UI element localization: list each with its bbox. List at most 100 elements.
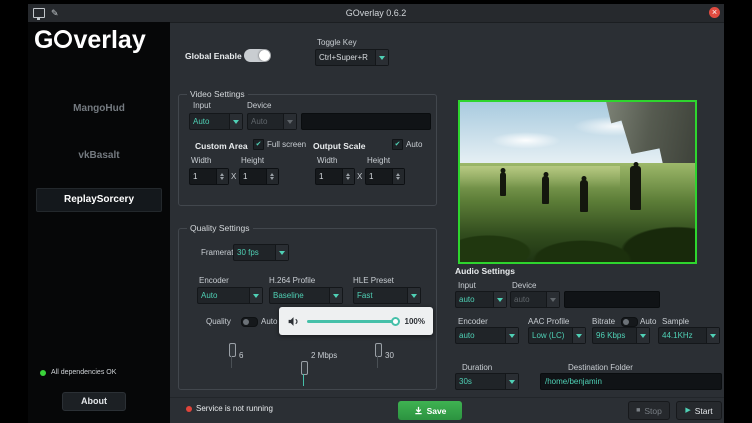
chevron-down-icon[interactable] <box>572 328 585 343</box>
titlebar[interactable]: ✎ GOverlay 0.6.2 × <box>28 4 724 23</box>
dependencies-status-row: All dependencies OK <box>40 369 116 376</box>
chevron-down-icon[interactable] <box>275 245 288 260</box>
global-enable-label: Global Enable <box>185 51 242 61</box>
sidebar-item-replaysorcery[interactable]: ReplaySorcery <box>36 188 162 212</box>
volume-percent: 100% <box>405 317 425 326</box>
quality-slider-handle-max[interactable] <box>375 343 382 357</box>
chevron-down-icon[interactable] <box>636 328 649 343</box>
framerate-select[interactable]: 30 fps <box>233 244 289 261</box>
global-enable-toggle[interactable] <box>244 49 271 62</box>
about-button[interactable]: About <box>62 392 126 411</box>
encoder-select[interactable]: Auto <box>197 287 263 304</box>
start-button[interactable]: ▶ Start <box>676 401 722 420</box>
close-button[interactable]: × <box>709 7 720 18</box>
quality-auto-toggle[interactable] <box>241 317 258 327</box>
save-button[interactable]: Save <box>398 401 462 420</box>
chevron-down-icon[interactable] <box>407 288 420 303</box>
encoder-label: Encoder <box>199 276 229 286</box>
start-button-label: Start <box>695 406 713 416</box>
sample-value: 44.1KHz <box>659 328 706 343</box>
slider-tick <box>231 356 232 368</box>
save-button-label: Save <box>427 406 447 416</box>
stop-button-label: Stop <box>644 406 662 416</box>
sidebar-item-vkbasalt[interactable]: vkBasalt <box>36 150 162 161</box>
chevron-down-icon[interactable] <box>329 288 342 303</box>
audio-device-input[interactable] <box>564 291 660 308</box>
scale-width-value: 1 <box>316 169 342 184</box>
close-icon: × <box>712 8 717 17</box>
chevron-down-icon[interactable] <box>493 292 506 307</box>
video-device-select[interactable]: Auto <box>247 113 297 130</box>
scale-height-spinner[interactable]: 1 <box>365 168 405 185</box>
audio-device-value: auto <box>511 292 546 307</box>
bitrate-label: Bitrate <box>592 317 615 327</box>
quality-min-label: 6 <box>239 351 243 360</box>
aac-profile-select[interactable]: Low (LC) <box>528 327 586 344</box>
h264-profile-select[interactable]: Baseline <box>269 287 343 304</box>
chevron-down-icon[interactable] <box>229 114 242 129</box>
custom-height-spinner[interactable]: 1 <box>239 168 279 185</box>
slider-tick <box>377 356 378 368</box>
custom-height-label: Height <box>241 156 264 166</box>
video-device-input[interactable] <box>301 113 431 130</box>
duration-label: Duration <box>462 363 492 373</box>
chevron-down-icon[interactable] <box>505 374 518 389</box>
aac-profile-value: Low (LC) <box>529 328 572 343</box>
volume-slider-handle[interactable] <box>391 317 400 326</box>
x-separator: X <box>357 172 362 182</box>
quality-slider-handle-min[interactable] <box>229 343 236 357</box>
destination-folder-label: Destination Folder <box>568 363 633 373</box>
scale-width-spinner[interactable]: 1 <box>315 168 355 185</box>
play-icon: ▶ <box>685 407 690 414</box>
chevron-down-icon[interactable] <box>375 50 388 65</box>
bitrate-auto-toggle[interactable] <box>621 317 638 327</box>
chevron-down-icon[interactable] <box>706 328 719 343</box>
scale-height-value: 1 <box>366 169 392 184</box>
custom-width-spinner[interactable]: 1 <box>189 168 229 185</box>
bitrate-select[interactable]: 96 Kbps <box>592 327 650 344</box>
video-settings-title: Video Settings <box>187 89 248 99</box>
output-auto-checkbox[interactable]: ✔ <box>392 139 403 150</box>
custom-width-value: 1 <box>190 169 216 184</box>
chevron-down-icon[interactable] <box>546 292 559 307</box>
preview-sunlit-field <box>460 166 620 188</box>
sidebar-item-mangohud[interactable]: MangoHud <box>36 103 162 114</box>
chevron-down-icon[interactable] <box>283 114 296 129</box>
check-icon: ✔ <box>395 141 401 148</box>
full-screen-checkbox[interactable]: ✔ <box>253 139 264 150</box>
logo-text-suffix: verlay <box>73 26 145 54</box>
hle-preset-select[interactable]: Fast <box>353 287 421 304</box>
stop-icon: ■ <box>636 407 640 414</box>
audio-encoder-select[interactable]: auto <box>455 327 519 344</box>
h264-profile-value: Baseline <box>270 288 329 303</box>
duration-select[interactable]: 30s <box>455 373 519 390</box>
sample-select[interactable]: 44.1KHz <box>658 327 720 344</box>
video-settings-group: Video Settings Input Device Auto Auto Cu… <box>178 94 437 206</box>
toggle-key-label: Toggle Key <box>317 38 357 48</box>
quality-auto-label: Auto <box>261 317 277 327</box>
video-device-label: Device <box>247 101 271 111</box>
audio-device-label: Device <box>512 281 536 291</box>
quality-max-label: 30 <box>385 351 394 360</box>
quality-settings-title: Quality Settings <box>187 223 253 233</box>
preview-character <box>500 172 506 196</box>
stop-button[interactable]: ■ Stop <box>628 401 670 420</box>
spinner-arrows-icon[interactable] <box>392 169 404 184</box>
bitrate-value: 96 Kbps <box>593 328 636 343</box>
spinner-arrows-icon[interactable] <box>342 169 354 184</box>
custom-area-label: Custom Area <box>195 141 248 151</box>
bitrate-slider-handle[interactable] <box>301 361 308 375</box>
spinner-arrows-icon[interactable] <box>216 169 228 184</box>
audio-device-select[interactable]: auto <box>510 291 560 308</box>
service-status-text: Service is not running <box>196 404 273 414</box>
duration-value: 30s <box>456 374 505 389</box>
toggle-key-select[interactable]: Ctrl+Super+R <box>315 49 389 66</box>
destination-folder-input[interactable] <box>540 373 722 390</box>
quality-label: Quality <box>206 317 231 327</box>
chevron-down-icon[interactable] <box>505 328 518 343</box>
audio-input-select[interactable]: auto <box>455 291 507 308</box>
volume-slider[interactable] <box>307 320 398 323</box>
chevron-down-icon[interactable] <box>249 288 262 303</box>
video-input-select[interactable]: Auto <box>189 113 243 130</box>
spinner-arrows-icon[interactable] <box>266 169 278 184</box>
